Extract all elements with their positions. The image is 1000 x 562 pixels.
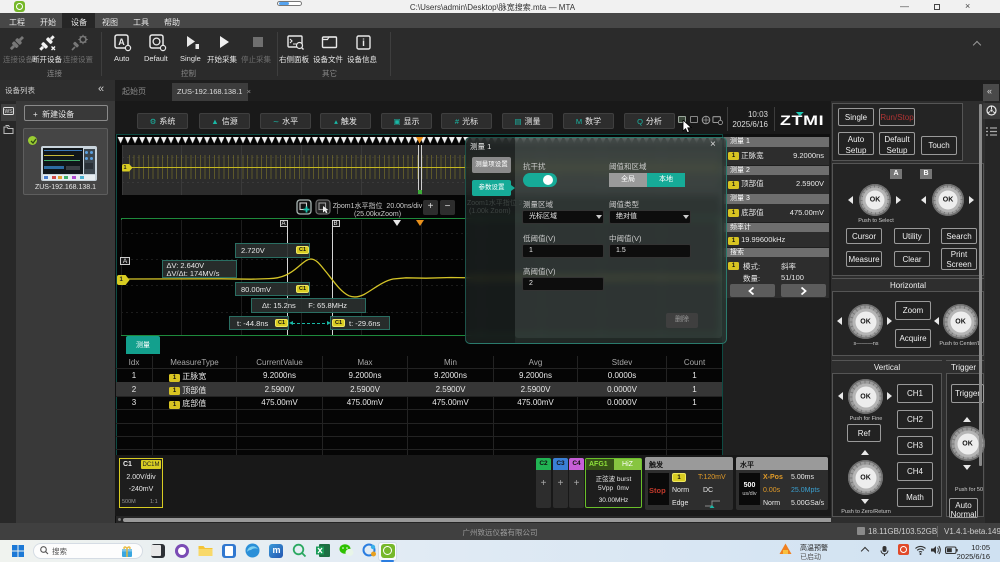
svg-text:i: i [362,38,365,49]
svg-text:A: A [118,37,125,47]
svg-text:WS: WS [4,109,13,115]
